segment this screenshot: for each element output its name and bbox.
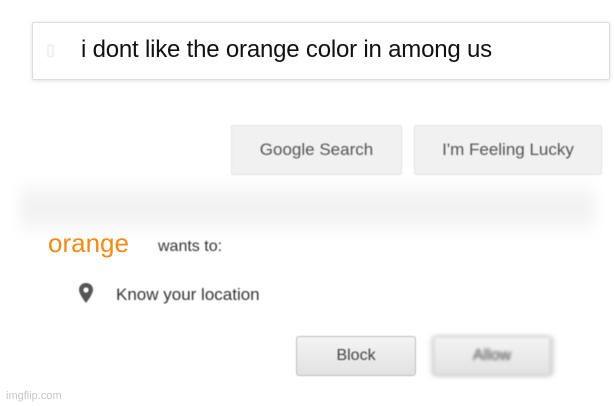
permission-site-name: orange [48, 228, 129, 258]
search-query-text[interactable]: i dont like the orange color in among us [81, 36, 492, 64]
permission-wants-to-label: wants to: [158, 238, 223, 255]
search-box[interactable]: ▯ i dont like the orange color in among … [32, 22, 610, 80]
location-pin-icon [79, 283, 93, 303]
imgflip-watermark: imgflip.com [6, 390, 62, 402]
search-box-icon: ▯ [46, 42, 55, 59]
google-search-button[interactable]: Google Search [231, 125, 402, 175]
block-button[interactable]: Block [296, 336, 416, 376]
feeling-lucky-button[interactable]: I'm Feeling Lucky [414, 125, 602, 175]
allow-button[interactable]: Allow [433, 336, 551, 376]
permission-item-location: Know your location [116, 285, 260, 304]
